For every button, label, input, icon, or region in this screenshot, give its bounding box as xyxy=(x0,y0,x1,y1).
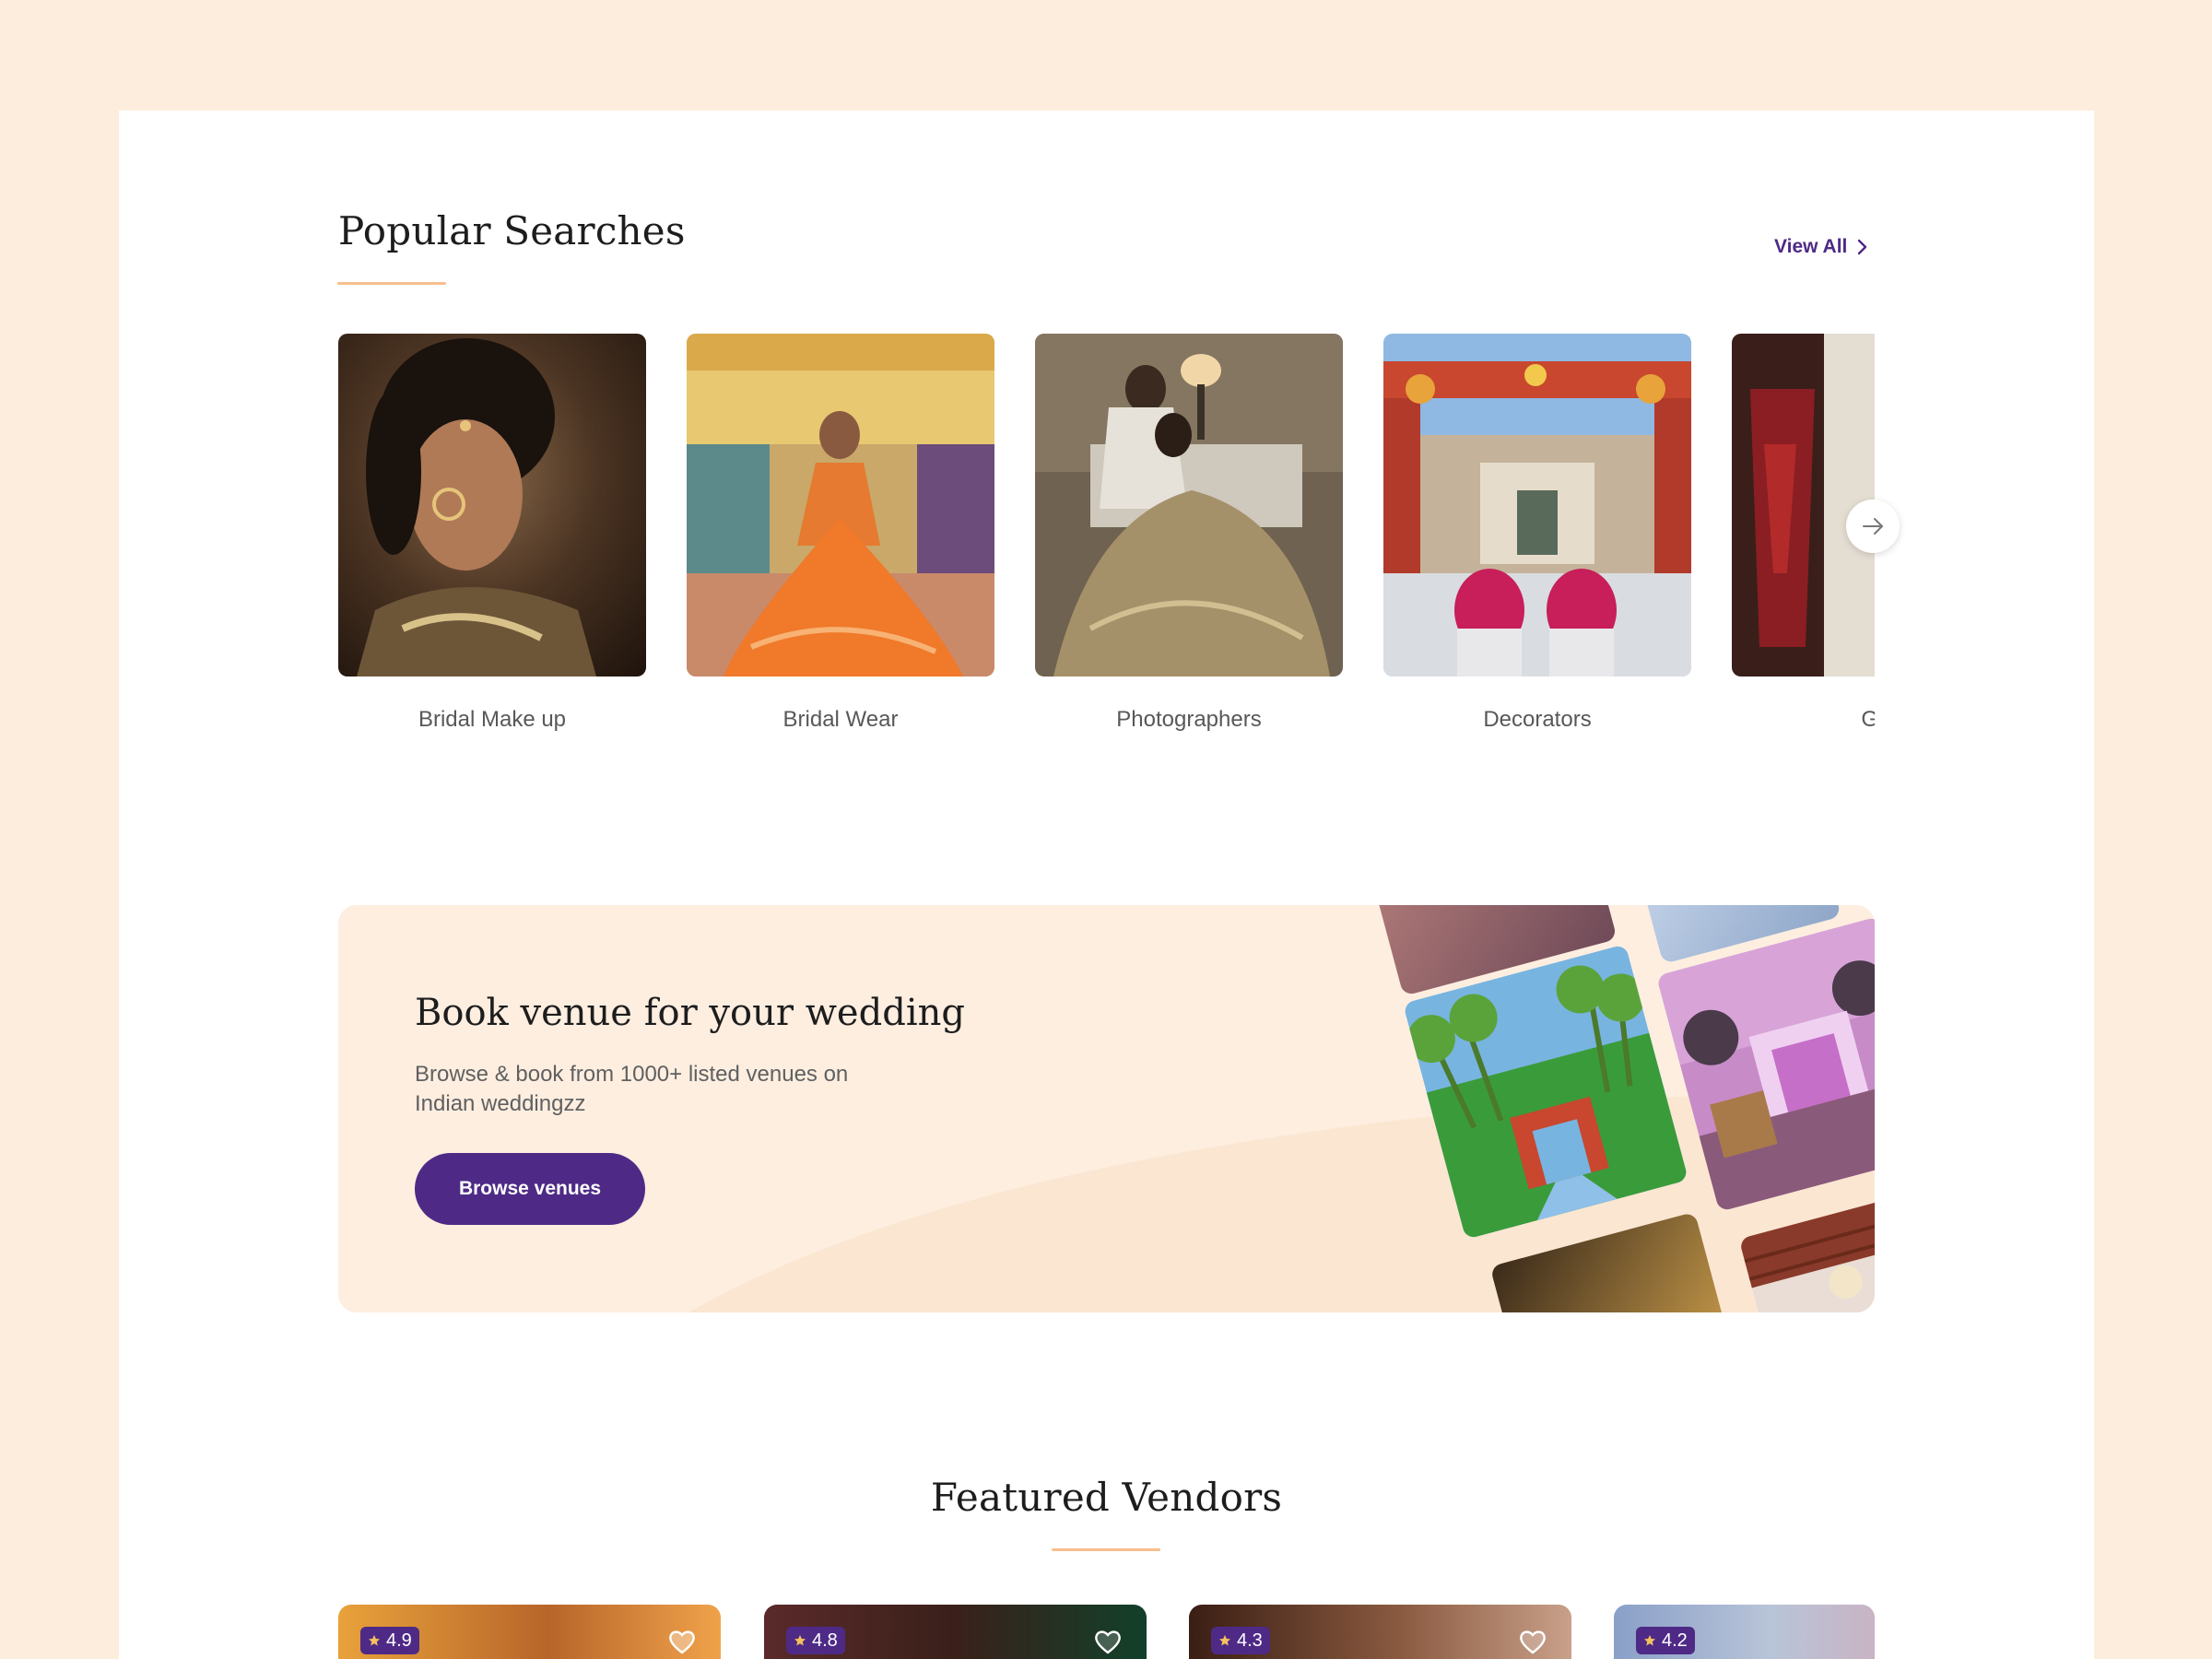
rating-value: 4.2 xyxy=(1662,1630,1688,1651)
star-icon xyxy=(369,1635,380,1646)
category-card-decorators[interactable]: Decorators xyxy=(1383,334,1691,732)
rating-value: 4.3 xyxy=(1237,1630,1263,1651)
chevron-right-icon xyxy=(1858,239,1867,255)
rating-badge: 4.3 xyxy=(1211,1627,1270,1654)
view-all-label: View All xyxy=(1774,236,1848,257)
heart-icon[interactable] xyxy=(665,1625,699,1658)
rating-value: 4.8 xyxy=(812,1630,838,1651)
vendor-card[interactable]: 4.3 xyxy=(1189,1605,1571,1659)
category-image xyxy=(687,334,994,677)
category-card-photographers[interactable]: Photographers xyxy=(1035,334,1343,732)
rating-badge: 4.8 xyxy=(786,1627,845,1654)
rating-value: 4.9 xyxy=(386,1630,412,1651)
category-card-bridal-wear[interactable]: Bridal Wear xyxy=(687,334,994,732)
category-label: Bridal Make up xyxy=(418,707,567,732)
star-icon xyxy=(794,1635,806,1646)
venue-banner: Book venue for your wedding Browse & boo… xyxy=(338,905,1875,1312)
view-all-link[interactable]: View All xyxy=(1774,236,1869,258)
category-card-bridal-makeup[interactable]: Bridal Make up xyxy=(338,334,646,732)
heart-icon[interactable] xyxy=(1091,1625,1124,1658)
browse-venues-button[interactable]: Browse venues xyxy=(415,1153,645,1225)
category-image xyxy=(1732,334,1875,677)
category-card-groom[interactable]: Groo xyxy=(1732,334,1875,732)
title-underline xyxy=(337,282,446,285)
category-label: Photographers xyxy=(1116,707,1262,732)
title-underline xyxy=(1052,1548,1160,1551)
vendor-card[interactable]: 4.2 xyxy=(1614,1605,1875,1659)
vendor-card[interactable]: 4.8 xyxy=(764,1605,1147,1659)
banner-subtitle: Browse & book from 1000+ listed venues o… xyxy=(415,1062,849,1116)
banner-title: Book venue for your wedding xyxy=(415,992,965,1034)
main-panel: Popular Searches View All Bridal Make up… xyxy=(119,111,2094,1659)
popular-searches-title: Popular Searches xyxy=(338,208,686,253)
category-label: Bridal Wear xyxy=(782,707,899,732)
star-icon xyxy=(1644,1635,1655,1646)
rating-badge: 4.2 xyxy=(1636,1627,1695,1654)
category-image xyxy=(1383,334,1691,677)
heart-icon[interactable] xyxy=(1516,1625,1549,1658)
category-label: Groo xyxy=(1861,707,1875,732)
category-carousel: Bridal Make up Bridal Wear Photographers… xyxy=(338,334,1875,776)
arrow-right-icon xyxy=(1863,518,1883,535)
star-icon xyxy=(1219,1635,1230,1646)
featured-vendors-title: Featured Vendors xyxy=(930,1475,1283,1520)
category-label: Decorators xyxy=(1483,707,1592,732)
carousel-next-button[interactable] xyxy=(1846,500,1900,553)
rating-badge: 4.9 xyxy=(360,1627,419,1654)
vendor-card[interactable]: 4.9 xyxy=(338,1605,721,1659)
category-image xyxy=(338,334,646,677)
category-image xyxy=(1035,334,1343,677)
